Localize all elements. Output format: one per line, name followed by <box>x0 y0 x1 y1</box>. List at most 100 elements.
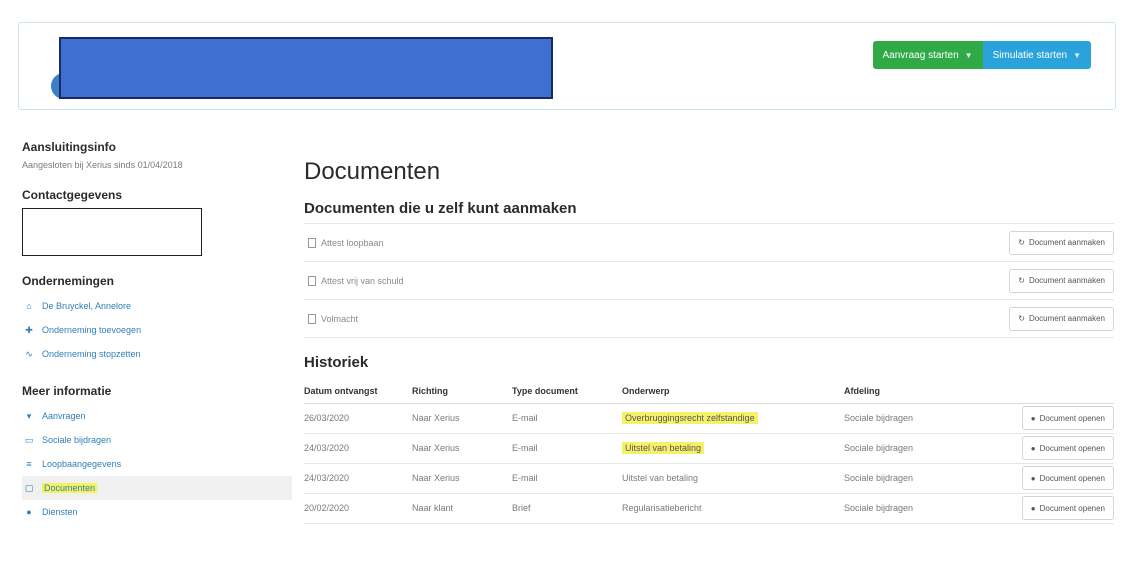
cell-date: 26/03/2020 <box>304 403 412 434</box>
sidebar-item-applications[interactable]: ▾ Aanvragen <box>22 404 292 428</box>
start-application-button[interactable]: Aanvraag starten ▼ <box>872 41 983 69</box>
chevron-down-icon: ▼ <box>964 50 973 60</box>
cell-date: 20/02/2020 <box>304 493 412 524</box>
sidebar-item-label: Aanvragen <box>42 411 86 421</box>
cell-type: Brief <box>512 493 622 524</box>
cell-department: Sociale bijdragen <box>844 493 976 524</box>
sidebar-item-career-data[interactable]: ≡ Loopbaangegevens <box>22 452 292 476</box>
sidebar-item-label: Documenten <box>42 483 98 493</box>
sidebar-item-services[interactable]: ● Diensten <box>22 500 292 524</box>
list-item: Attest vrij van schuld ↻ Document aanmak… <box>304 262 1114 300</box>
create-document-button[interactable]: ↻ Document aanmaken <box>1009 230 1114 255</box>
open-document-button[interactable]: ● Document openen <box>1021 466 1114 490</box>
table-row: 20/02/2020 Naar klant Brief Regularisati… <box>304 493 1114 524</box>
refresh-icon: ↻ <box>1018 276 1025 285</box>
membership-heading: Aansluitingsinfo <box>22 140 116 154</box>
highlighted-subject: Overbruggingsrecht zelfstandige <box>622 412 758 424</box>
sidebar-item-documents[interactable]: ▢ Documenten <box>22 476 292 500</box>
header-actions: Aanvraag starten ▼ Simulatie starten ▼ <box>872 41 1091 69</box>
cell-direction: Naar Xerius <box>412 403 512 434</box>
column-header-type[interactable]: Type document <box>512 379 622 404</box>
start-simulation-label: Simulatie starten <box>992 49 1068 61</box>
document-label: Volmacht <box>308 313 359 324</box>
list-item: Volmacht ↻ Document aanmaken <box>304 300 1114 338</box>
sidebar-item-label: Onderneming toevoegen <box>42 325 142 335</box>
file-icon <box>308 237 316 248</box>
create-document-label: Document aanmaken <box>1028 276 1105 285</box>
cell-department: Sociale bijdragen <box>844 433 976 464</box>
cell-actions: ● Document openen <box>976 403 1114 434</box>
companies-list: ⌂ De Bruyckel, Annelore ✚ Onderneming to… <box>22 294 292 366</box>
file-icon <box>308 275 316 286</box>
history-heading: Historiek <box>304 354 369 371</box>
eye-icon: ● <box>1030 503 1036 513</box>
sidebar-item-social-contributions[interactable]: ▭ Sociale bijdragen <box>22 428 292 452</box>
sidebar-item-add-company[interactable]: ✚ Onderneming toevoegen <box>22 318 292 342</box>
cell-subject: Regularisatiebericht <box>622 493 844 524</box>
sidebar: Aansluitingsinfo Aangesloten bij Xerius … <box>22 140 292 524</box>
cell-subject: Uitstel van betaling <box>622 433 844 464</box>
sidebar-item-label: Onderneming stopzetten <box>42 349 141 359</box>
link-icon: ∿ <box>25 348 33 359</box>
more-info-section: Meer informatie ▾ Aanvragen ▭ Sociale bi… <box>22 384 292 524</box>
document-name: Attest vrij van schuld <box>321 275 404 286</box>
eye-icon: ● <box>1030 473 1036 483</box>
companies-section: Ondernemingen ⌂ De Bruyckel, Annelore ✚ … <box>22 274 292 366</box>
document-name: Volmacht <box>321 313 359 324</box>
card-icon: ▭ <box>24 434 34 445</box>
open-document-label: Document openen <box>1039 473 1105 483</box>
membership-section: Aansluitingsinfo Aangesloten bij Xerius … <box>22 140 292 170</box>
open-document-button[interactable]: ● Document openen <box>1021 496 1114 520</box>
cell-direction: Naar Xerius <box>412 433 512 464</box>
create-document-button[interactable]: ↻ Document aanmaken <box>1009 306 1114 331</box>
refresh-icon: ↻ <box>1018 314 1025 323</box>
inbox-icon: ▾ <box>26 410 32 421</box>
redacted-name-block <box>59 37 553 99</box>
cell-department: Sociale bijdragen <box>844 403 976 434</box>
document-label: Attest loopbaan <box>308 237 384 248</box>
sidebar-item-stop-company[interactable]: ∿ Onderneming stopzetten <box>22 342 292 366</box>
home-icon: ⌂ <box>26 301 32 311</box>
cell-actions: ● Document openen <box>976 493 1114 524</box>
cell-subject: Uitstel van betaling <box>622 463 844 494</box>
refresh-icon: ↻ <box>1018 238 1025 247</box>
list-item: Attest loopbaan ↻ Document aanmaken <box>304 224 1114 262</box>
more-info-list: ▾ Aanvragen ▭ Sociale bijdragen ≡ Loopba… <box>22 404 292 524</box>
cell-department: Sociale bijdragen <box>844 463 976 494</box>
sidebar-item-company[interactable]: ⌂ De Bruyckel, Annelore <box>22 294 292 318</box>
table-row: 24/03/2020 Naar Xerius E-mail Uitstel va… <box>304 463 1114 494</box>
companies-heading: Ondernemingen <box>22 274 115 288</box>
column-header-department[interactable]: Afdeling <box>844 379 976 404</box>
history-table: Datum ontvangst Richting Type document O… <box>304 379 1114 524</box>
start-application-label: Aanvraag starten <box>882 49 959 61</box>
open-document-label: Document openen <box>1039 503 1105 513</box>
cell-date: 24/03/2020 <box>304 433 412 464</box>
page-title: Documenten <box>304 158 441 185</box>
open-document-button[interactable]: ● Document openen <box>1021 406 1114 430</box>
table-row: 24/03/2020 Naar Xerius E-mail Uitstel va… <box>304 433 1114 464</box>
column-header-date[interactable]: Datum ontvangst <box>304 379 412 404</box>
contact-heading: Contactgegevens <box>22 188 123 202</box>
column-header-subject[interactable]: Onderwerp <box>622 379 844 404</box>
cell-type: E-mail <box>512 403 622 434</box>
open-document-label: Document openen <box>1039 443 1105 453</box>
creatable-documents-list: Attest loopbaan ↻ Document aanmaken Atte… <box>304 223 1114 338</box>
column-header-direction[interactable]: Richting <box>412 379 512 404</box>
start-simulation-button[interactable]: Simulatie starten ▼ <box>982 41 1091 69</box>
open-document-button[interactable]: ● Document openen <box>1021 436 1114 460</box>
main-content: Documenten Documenten die u zelf kunt aa… <box>304 158 1114 524</box>
globe-icon: ● <box>26 507 32 517</box>
table-header-row: Datum ontvangst Richting Type document O… <box>304 379 1114 404</box>
file-icon <box>308 313 316 324</box>
cell-date: 24/03/2020 <box>304 463 412 494</box>
table-row: 26/03/2020 Naar Xerius E-mail Overbruggi… <box>304 403 1114 434</box>
profile-header-card: Aanvraag starten ▼ Simulatie starten ▼ <box>18 22 1116 110</box>
cell-type: E-mail <box>512 463 622 494</box>
cell-direction: Naar Xerius <box>412 463 512 494</box>
chevron-down-icon: ▼ <box>1073 50 1081 60</box>
highlighted-subject: Uitstel van betaling <box>622 442 705 454</box>
document-label: Attest vrij van schuld <box>308 275 404 286</box>
create-document-button[interactable]: ↻ Document aanmaken <box>1009 268 1114 293</box>
list-icon: ≡ <box>26 459 32 469</box>
eye-icon: ● <box>1030 413 1036 423</box>
